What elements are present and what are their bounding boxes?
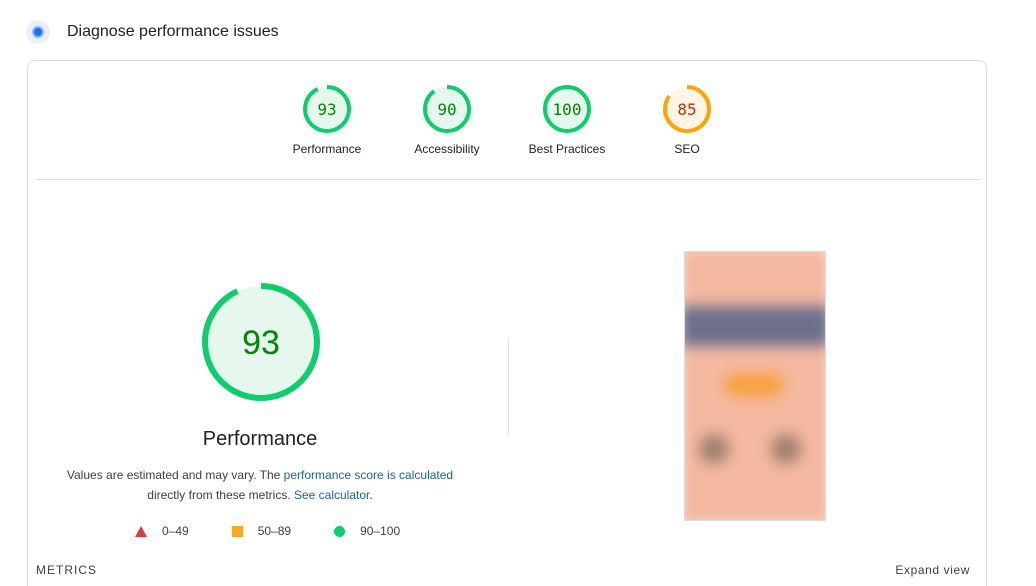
gauge-label: Performance — [292, 142, 362, 156]
score-value: 85 — [677, 100, 696, 119]
gauge-performance[interactable]: 93 Performance — [267, 84, 387, 156]
gauge-seo[interactable]: 85 SEO — [627, 84, 747, 156]
divider — [35, 179, 979, 180]
vertical-separator — [508, 338, 509, 435]
gauge-label: Accessibility — [414, 142, 480, 156]
gauge-label: Best Practices — [528, 142, 606, 156]
score-calculated-link[interactable]: performance score is calculated — [284, 468, 453, 482]
big-score-ring: 93 — [202, 283, 320, 401]
report-card: 93 Performance 90 Accessibility 100 Best… — [27, 60, 987, 586]
description-suffix: . — [369, 488, 373, 502]
page-screenshot-thumbnail[interactable] — [684, 251, 826, 521]
gauge-accessibility[interactable]: 90 Accessibility — [387, 84, 507, 156]
score-ring: 93 — [303, 85, 351, 133]
expand-view-button[interactable]: Expand view — [895, 563, 970, 577]
big-score-value: 93 — [242, 324, 280, 362]
section-header: Diagnose performance issues — [26, 18, 279, 46]
performance-title: Performance — [202, 428, 318, 450]
score-value: 100 — [553, 100, 582, 119]
score-ring: 100 — [543, 85, 591, 133]
legend-range: 90–100 — [360, 524, 401, 538]
description-middle: directly from these metrics. — [147, 488, 294, 502]
performance-score-gauge: 93 — [199, 280, 323, 404]
gauge-label: SEO — [674, 142, 700, 156]
score-ring: 90 — [423, 85, 471, 133]
score-ring: 85 — [663, 85, 711, 133]
metrics-heading: METRICS — [36, 563, 97, 577]
score-legend: 0–49 50–89 90–100 — [135, 523, 400, 539]
performance-description: Values are estimated and may vary. The p… — [60, 465, 460, 505]
see-calculator-link[interactable]: See calculator — [294, 488, 369, 502]
legend-range: 50–89 — [257, 524, 292, 538]
legend-range: 0–49 — [162, 524, 189, 538]
legend-average: 50–89 — [231, 524, 292, 538]
square-icon — [231, 525, 243, 537]
description-prefix: Values are estimated and may vary. The — [66, 468, 284, 482]
speed-gauge-icon — [26, 20, 50, 44]
section-title: Diagnose performance issues — [67, 23, 279, 40]
gauge-best-practices[interactable]: 100 Best Practices — [507, 84, 627, 156]
legend-pass: 90–100 — [334, 524, 400, 538]
triangle-icon — [135, 525, 147, 537]
circle-icon — [334, 525, 346, 537]
blurred-screenshot — [685, 252, 825, 520]
legend-fail: 0–49 — [135, 524, 189, 538]
score-value: 90 — [437, 100, 456, 119]
score-value: 93 — [317, 100, 336, 119]
score-gauges: 93 Performance 90 Accessibility 100 Best… — [28, 84, 986, 164]
